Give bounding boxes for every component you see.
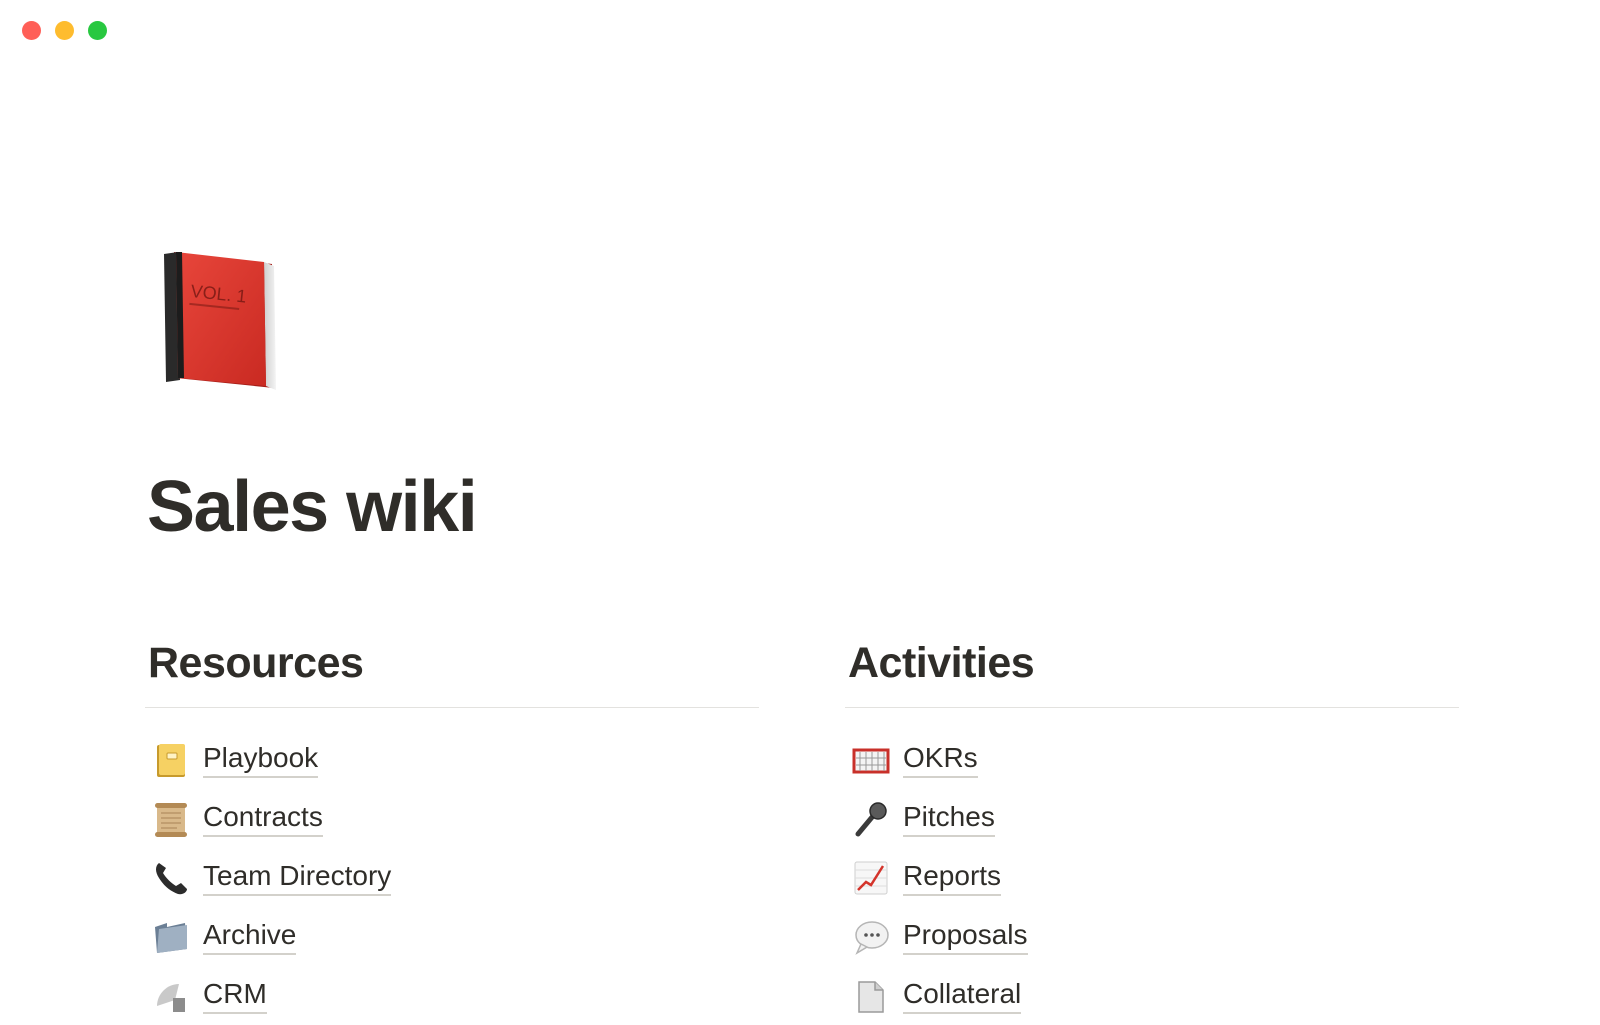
archive-link[interactable]: Archive (145, 907, 759, 966)
activities-column: Activities OKRs Pitches Reports Proposal… (845, 639, 1459, 1025)
red-book-icon[interactable]: VOL. 1 (160, 250, 282, 398)
maximize-window-button[interactable] (88, 21, 107, 40)
pitches-label[interactable]: Pitches (903, 800, 995, 838)
window-controls (22, 21, 107, 40)
goal-net-icon (851, 740, 891, 780)
resources-divider (145, 707, 759, 709)
okrs-label[interactable]: OKRs (903, 741, 978, 779)
notebook-icon (151, 740, 191, 780)
speech-balloon-icon (851, 917, 891, 957)
crm-label[interactable]: CRM (203, 977, 267, 1015)
playbook-link[interactable]: Playbook (145, 730, 759, 789)
page-title: Sales wiki (147, 467, 478, 547)
microphone-icon (851, 799, 891, 839)
pitches-link[interactable]: Pitches (845, 789, 1459, 848)
team-directory-link[interactable]: Team Directory (145, 848, 759, 907)
proposals-label[interactable]: Proposals (903, 918, 1028, 956)
resources-heading: Resources (148, 639, 364, 687)
crm-link[interactable]: CRM (145, 966, 759, 1025)
reports-link[interactable]: Reports (845, 848, 1459, 907)
chart-increasing-icon (851, 858, 891, 898)
okrs-link[interactable]: OKRs (845, 730, 1459, 789)
activities-list: OKRs Pitches Reports Proposals Collatera… (845, 730, 1459, 1025)
archive-label[interactable]: Archive (203, 918, 297, 956)
folder-icon (151, 917, 191, 957)
contracts-link[interactable]: Contracts (145, 789, 759, 848)
collateral-link[interactable]: Collateral (845, 966, 1459, 1025)
satellite-icon (151, 976, 191, 1016)
activities-heading: Activities (848, 639, 1035, 687)
activities-divider (845, 707, 1459, 709)
telephone-icon (151, 858, 191, 898)
proposals-link[interactable]: Proposals (845, 907, 1459, 966)
close-window-button[interactable] (22, 21, 41, 40)
resources-column: Resources Playbook Contracts Team Direct… (145, 639, 759, 1025)
minimize-window-button[interactable] (55, 21, 74, 40)
scroll-icon (151, 799, 191, 839)
collateral-label[interactable]: Collateral (903, 977, 1022, 1015)
playbook-label[interactable]: Playbook (203, 741, 319, 779)
resources-list: Playbook Contracts Team Directory Archiv… (145, 730, 759, 1025)
team-directory-label[interactable]: Team Directory (203, 859, 392, 897)
document-icon (851, 976, 891, 1016)
reports-label[interactable]: Reports (903, 859, 1002, 897)
contracts-label[interactable]: Contracts (203, 800, 323, 838)
